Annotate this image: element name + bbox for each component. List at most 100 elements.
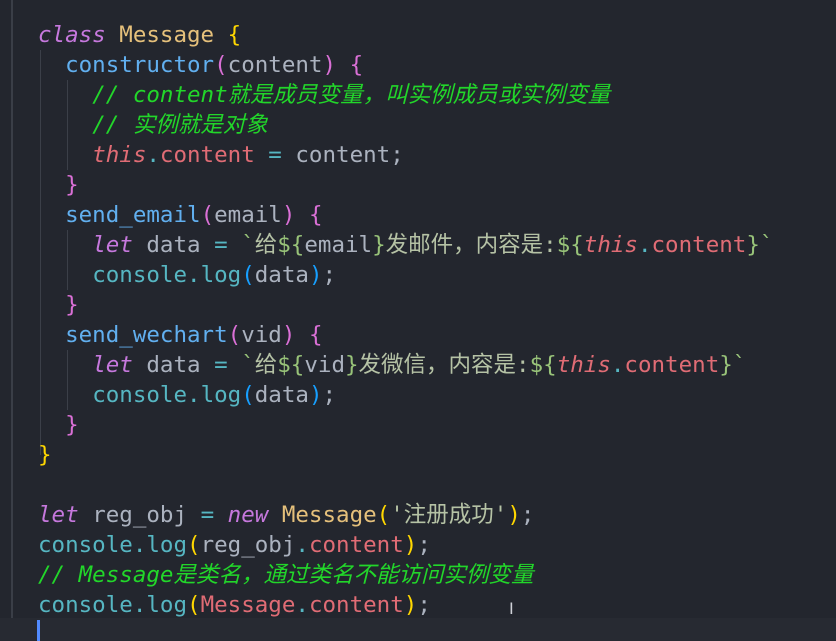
code-token-cons: log [200,382,242,408]
code-token-op: . [295,592,309,618]
code-token-th: this [92,142,147,168]
code-line[interactable]: send_wechart(vid) { [38,320,322,350]
code-token-str: } [372,232,386,258]
code-token-op: = [254,142,296,168]
code-token-cons: log [146,592,188,618]
code-line[interactable]: let data = `给${email}发邮件，内容是:${this.cont… [38,230,773,260]
code-token-plain: vid [304,352,345,378]
code-line[interactable]: // Message是类名，通过类名不能访问实例变量 [38,560,533,590]
code-token-th: Message [200,592,296,618]
code-token-br2: ( [227,322,242,348]
code-line[interactable]: console.log(data); [38,260,336,290]
code-token-br3: ( [241,382,255,408]
code-token-br1: ) [507,502,521,528]
code-token-br2: ( [200,202,215,228]
code-token-br2: ) [322,52,337,78]
code-token-br3: ) [308,262,323,288]
code-token-br1: ( [376,502,391,528]
code-line[interactable]: } [38,440,52,470]
code-token-br1: ) [403,592,418,618]
code-token-str: } [345,352,359,378]
code-token-br3: ( [241,262,255,288]
code-token-br1: ( [187,592,201,618]
code-token-prop: content [308,532,404,558]
code-token-cm: // 实例就是对象 [92,112,268,138]
code-line[interactable]: send_email(email) { [38,200,322,230]
code-token-fn: send_wechart [65,322,228,348]
code-token-prop: content [159,142,255,168]
code-line[interactable]: console.log(Message.content); [38,590,431,620]
code-token-str: ${ [556,232,584,258]
code-line[interactable]: console.log(data); [38,380,336,410]
code-token-op: . [295,532,309,558]
code-line[interactable]: let data = `给${vid}发微信，内容是:${this.conten… [38,350,746,380]
code-token-op: . [187,262,201,288]
editor-gutter-border [11,0,13,641]
code-token-prop: content [624,352,720,378]
code-token-plain: email [214,202,282,228]
code-token-br2: } [65,292,79,318]
code-token-prop: content [651,232,747,258]
code-token-plain: data [146,232,215,258]
code-token-op: . [187,382,201,408]
code-line[interactable]: } [38,170,79,200]
code-line[interactable]: this.content = content; [38,140,404,170]
code-token-prop: content [308,592,404,618]
code-token-plain: content [227,52,323,78]
code-token-br2: ) [281,322,296,348]
code-token-th: this [583,232,638,258]
code-token-cls: Message [119,22,228,48]
code-token-str: ` [241,232,255,258]
code-token-plain: ; [322,382,337,408]
code-token-kw: let [92,232,147,258]
code-token-str: ` [241,352,255,378]
code-token-br2: { [308,322,323,348]
code-line[interactable]: } [38,410,79,440]
text-cursor [37,620,40,641]
code-token-strcn: 发微信，内容是: [358,352,530,378]
code-line[interactable]: console.log(reg_obj.content); [38,530,431,560]
code-line[interactable]: } [38,290,79,320]
code-line[interactable]: constructor(content) { [38,50,363,80]
code-line[interactable]: let reg_obj = new Message('注册成功'); [38,500,534,530]
code-line[interactable]: class Message { [38,20,241,50]
code-token-str: }` [719,352,747,378]
code-token-str: ${ [529,352,557,378]
code-token-plain: ; [417,532,431,558]
code-editor[interactable]: class Message { constructor(content) { /… [0,0,836,641]
code-token-plain: reg_obj [92,502,201,528]
code-line[interactable]: // content就是成员变量，叫实例成员或实例变量 [38,80,610,110]
code-token-plain: email [304,232,373,258]
code-token-op: . [610,352,625,378]
code-token-br2: } [65,412,79,438]
code-token-str: ${ [277,352,305,378]
code-token-br3: ) [308,382,323,408]
code-token-fn: send_email [65,202,201,228]
code-token-op: . [132,592,147,618]
code-token-plain: ; [322,262,337,288]
code-token-cons: console [38,532,133,558]
code-token-cm: // Message是类名，通过类名不能访问实例变量 [38,562,534,588]
code-token-br1: } [38,442,52,468]
code-token-plain: ; [520,502,535,528]
code-token-cons: console [92,382,188,408]
code-token-cons: console [38,592,133,618]
mouse-ibeam-cursor-icon: I [509,599,514,618]
code-token-str: }` [746,232,774,258]
code-line[interactable]: // 实例就是对象 [38,110,268,140]
code-token-op: . [132,532,147,558]
code-token-cons: log [200,262,242,288]
code-token-op: = [200,502,228,528]
code-token-strcn: 发邮件，内容是: [385,232,557,258]
